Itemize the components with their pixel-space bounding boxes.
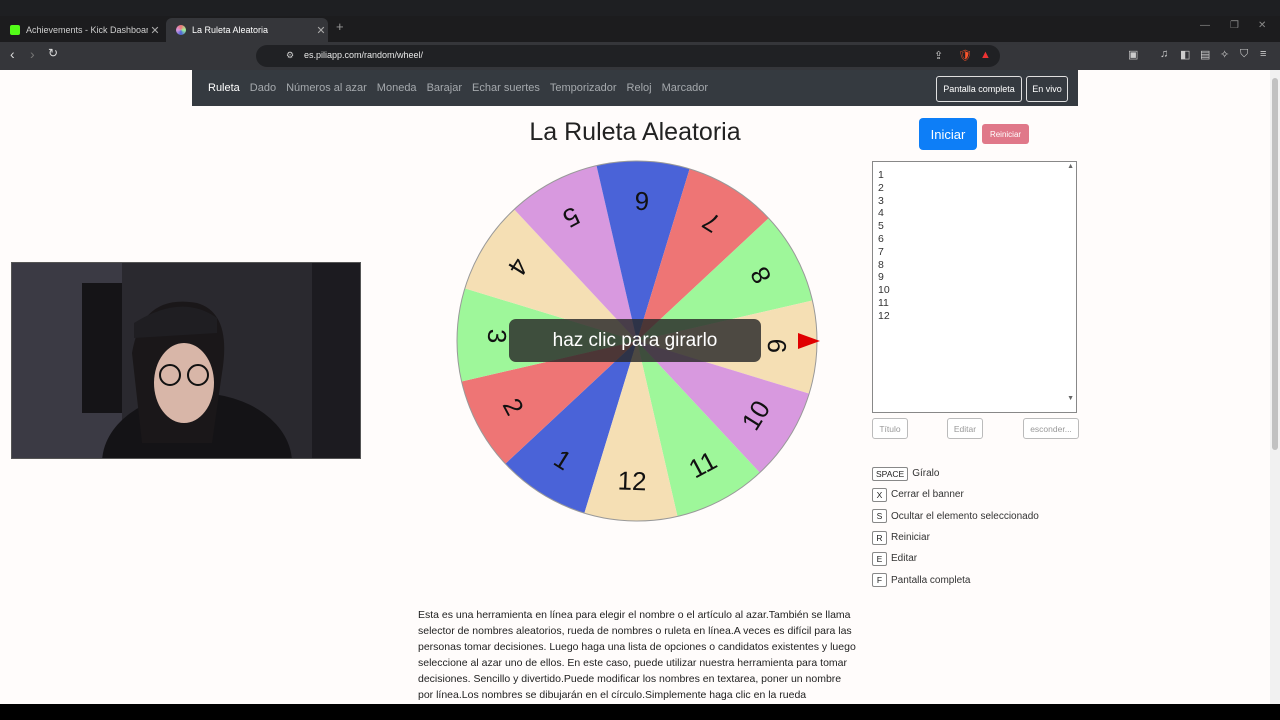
- option-line: 9: [878, 271, 884, 284]
- scroll-down-icon[interactable]: ▼: [1067, 395, 1074, 402]
- page-scrollbar[interactable]: [1270, 70, 1280, 704]
- webcam-image: [12, 263, 360, 458]
- browser-toolbar: ‹ › ↻ 🔖︎ ⚙ es.piliapp.com/random/wheel/ …: [0, 42, 1280, 70]
- wheel-label: 9: [762, 338, 792, 354]
- new-tab-icon[interactable]: +: [336, 19, 344, 34]
- option-line: 1: [878, 169, 884, 181]
- tab-bar: Achievements - Kick Dashboard ✕ La Rulet…: [0, 16, 1280, 42]
- site-info-icon[interactable]: ⚙: [286, 50, 294, 61]
- minimize-icon[interactable]: —: [1200, 20, 1210, 31]
- shortcut-label: Gíralo: [912, 468, 940, 480]
- scrollbar-thumb[interactable]: [1272, 78, 1278, 450]
- back-icon[interactable]: ‹: [10, 46, 15, 62]
- site-nav: Ruleta Dado Números al azar Moneda Barajar Ec…: [192, 70, 1078, 106]
- scroll-up-icon[interactable]: ▲: [1067, 163, 1074, 170]
- wheel-label: 6: [634, 186, 650, 216]
- reset-button[interactable]: Reiniciar: [982, 124, 1029, 144]
- options-textarea[interactable]: 1 2 3 4 5 6 7 8 9 10 11 12 ▲ ▼: [872, 161, 1077, 413]
- wheel-label: 3: [482, 328, 512, 344]
- tab-label: La Ruleta Aleatoria: [192, 25, 269, 35]
- option-line: 5: [878, 220, 884, 233]
- close-window-icon[interactable]: ✕: [1258, 20, 1266, 31]
- media-icon[interactable]: ♫: [1160, 48, 1168, 60]
- shortcut-key: X: [872, 487, 887, 502]
- brave-rewards-icon[interactable]: ▲: [980, 49, 991, 61]
- brave-shields-icon[interactable]: 🛡︎: [958, 49, 972, 62]
- bottom-edge: [0, 704, 1280, 720]
- option-line: 6: [878, 232, 884, 245]
- nav-item[interactable]: Moneda: [377, 82, 417, 94]
- shortcut-label: Reiniciar: [891, 532, 930, 544]
- start-button[interactable]: Iniciar: [919, 118, 977, 150]
- option-line: 8: [878, 258, 884, 271]
- wheel-label: 12: [617, 465, 647, 496]
- tab-ruleta[interactable]: La Ruleta Aleatoria ✕: [166, 18, 328, 42]
- shortcut-label: Pantalla completa: [891, 574, 971, 586]
- shortcut-label: Editar: [891, 553, 918, 565]
- piliapp-favicon-icon: [176, 25, 186, 35]
- restore-icon[interactable]: ❐: [1230, 20, 1239, 31]
- nav-item[interactable]: Echar suertes: [472, 82, 540, 94]
- nav-item[interactable]: Ruleta: [208, 82, 240, 94]
- vpn-icon[interactable]: ⛉: [1240, 48, 1248, 61]
- browser-window: Achievements - Kick Dashboard ✕ La Rulet…: [0, 0, 1280, 720]
- shortcut-key: S: [872, 509, 887, 524]
- nav-item[interactable]: Números al azar: [286, 82, 367, 94]
- shortcut-row: S Ocultar el elemento seleccionado: [872, 506, 1039, 527]
- nav-item[interactable]: Temporizador: [550, 82, 617, 94]
- keyboard-shortcuts: SPACE Gíralo X Cerrar el banner S Ocultar el …: [872, 463, 1039, 591]
- menu-icon[interactable]: ≡: [1260, 48, 1266, 60]
- title-button[interactable]: Título: [872, 418, 908, 439]
- shortcut-key: F: [872, 573, 887, 588]
- address-bar[interactable]: ⚙ es.piliapp.com/random/wheel/ ⇪ 🛡︎ ▲: [256, 45, 1000, 67]
- share-icon[interactable]: ⇪: [934, 49, 943, 62]
- wallet-icon[interactable]: ▤: [1200, 48, 1210, 61]
- page-title: La Ruleta Aleatoria: [529, 118, 741, 146]
- url-text: es.piliapp.com/random/wheel/: [304, 50, 424, 60]
- option-line: 10: [878, 284, 890, 297]
- close-tab-icon[interactable]: ✕: [314, 24, 328, 37]
- shortcut-row: SPACE Gíralo: [872, 463, 1039, 484]
- shortcut-row: X Cerrar el banner: [872, 484, 1039, 505]
- option-line: 12: [878, 309, 890, 322]
- shortcut-row: R Reiniciar: [872, 527, 1039, 548]
- shortcut-row: F Pantalla completa: [872, 569, 1039, 590]
- kick-logo-icon: [10, 25, 20, 35]
- option-line: 3: [878, 194, 884, 207]
- reload-icon[interactable]: ↻: [48, 46, 58, 60]
- forward-icon[interactable]: ›: [30, 46, 35, 62]
- webcam-overlay: [11, 262, 361, 459]
- sidebar-icon[interactable]: ▣: [1128, 48, 1138, 61]
- options-list: 1 2 3 4 5 6 7 8 9 10 11 12: [878, 169, 890, 323]
- description-text: Esta es una herramienta en línea para el…: [418, 609, 856, 701]
- edit-button[interactable]: Editar: [947, 418, 983, 439]
- option-line: 4: [878, 207, 884, 220]
- nav-item[interactable]: Marcador: [662, 82, 708, 94]
- tab-label: Achievements - Kick Dashboard: [26, 25, 148, 35]
- reader-icon[interactable]: ◧: [1180, 48, 1190, 61]
- tab-kick-dashboard[interactable]: Achievements - Kick Dashboard ✕: [0, 18, 162, 42]
- shortcut-row: E Editar: [872, 548, 1039, 569]
- shortcut-label: Ocultar el elemento seleccionado: [891, 510, 1039, 522]
- shortcut-key: E: [872, 551, 887, 566]
- hide-button[interactable]: esconder...: [1023, 418, 1079, 439]
- leo-ai-icon[interactable]: ✧: [1220, 48, 1229, 61]
- option-line: 7: [878, 245, 884, 258]
- spin-hint[interactable]: haz clic para girarlo: [509, 319, 761, 362]
- option-line: 11: [878, 296, 889, 309]
- nav-item[interactable]: Dado: [250, 82, 276, 94]
- shortcut-key: R: [872, 530, 887, 545]
- close-tab-icon[interactable]: ✕: [148, 24, 162, 37]
- option-line: 2: [878, 181, 884, 194]
- nav-item[interactable]: Reloj: [627, 82, 652, 94]
- shortcut-label: Cerrar el banner: [891, 489, 964, 501]
- live-button[interactable]: En vivo: [1026, 76, 1068, 102]
- fullscreen-button[interactable]: Pantalla completa: [936, 76, 1022, 102]
- nav-item[interactable]: Barajar: [427, 82, 462, 94]
- shortcut-key: SPACE: [872, 466, 909, 481]
